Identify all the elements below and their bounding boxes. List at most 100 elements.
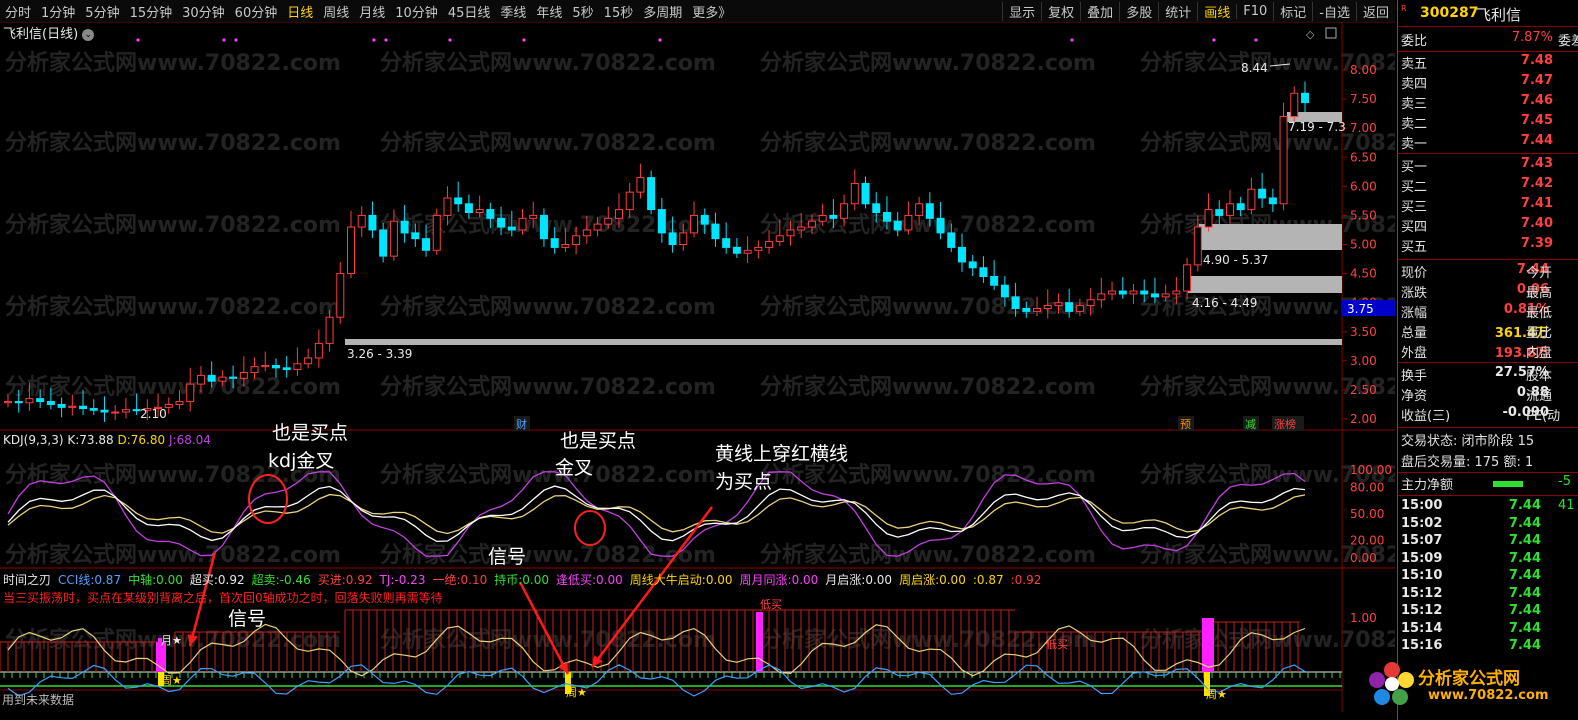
candle-body	[229, 376, 238, 379]
period-tab-8[interactable]: 月线	[354, 2, 390, 21]
tool-button-1[interactable]: 复权	[1041, 1, 1080, 21]
indicator3-item-value: 0.87	[976, 573, 1004, 587]
stat2-label: 换手	[1401, 369, 1428, 384]
net-flow: 主力净额 -5	[1398, 474, 1578, 494]
tool-button-6[interactable]: F10	[1236, 3, 1273, 19]
candle-body	[1268, 197, 1277, 205]
buy-row: 买三 7.41	[1398, 196, 1578, 216]
indicator3-item-value: 0.00	[791, 573, 819, 587]
indicator3-item-value: 0.00	[939, 573, 966, 587]
buy-row: 买四 7.40	[1398, 216, 1578, 236]
event-tag[interactable]: 预	[1180, 418, 1191, 431]
candle-body	[207, 374, 216, 382]
tool-button-9[interactable]: 返回	[1355, 1, 1395, 21]
candle-body	[389, 220, 398, 257]
period-tab-10[interactable]: 45日线	[443, 2, 496, 21]
diamond-icon[interactable]: ◇	[1306, 28, 1315, 41]
candle-body	[947, 232, 956, 248]
stat-extra: 最高	[1526, 286, 1553, 301]
indicator3-item-label: 周启涨:	[899, 573, 940, 587]
indicator3-item: CCI线:0.87	[58, 573, 121, 587]
stat2-row: 换手 27.57% 股本	[1398, 365, 1578, 385]
price-tick-label: 6.50	[1350, 150, 1377, 164]
indicator3-item: 月启涨:0.00	[825, 573, 892, 587]
indicator3-item: TJ:-0.23	[379, 573, 425, 587]
ind3-mark-label: 低买	[1046, 638, 1068, 651]
chart-area[interactable]: 分析家公式网www.70822.com 分析家公式网www.70822.com 分析…	[0, 22, 1395, 712]
period-tab-0[interactable]: 分时	[0, 2, 36, 21]
event-tag[interactable]: 涨榜	[1274, 417, 1296, 431]
kdj-cross-circle	[574, 510, 606, 546]
price-tick-label: 7.50	[1350, 92, 1377, 106]
period-tab-16[interactable]: 更多》	[687, 2, 736, 21]
candle-body	[529, 214, 538, 219]
period-tab-15[interactable]: 多周期	[638, 2, 687, 21]
period-tab-9[interactable]: 10分钟	[390, 2, 443, 21]
candle-body	[957, 246, 966, 263]
indicator3-item: 持币:0.00	[494, 573, 549, 587]
indicator3-item: :0.87	[973, 573, 1004, 587]
tick-time: 15:12	[1401, 585, 1443, 601]
tool-button-5[interactable]: 画线	[1197, 1, 1236, 21]
tick-time: 15:10	[1401, 568, 1443, 583]
candle-body	[861, 182, 870, 205]
candle-body	[1225, 203, 1234, 216]
candle-body	[968, 261, 977, 269]
period-tab-2[interactable]: 5分钟	[80, 2, 124, 21]
candle-body	[1301, 92, 1309, 104]
tool-button-4[interactable]: 统计	[1158, 1, 1197, 21]
candle-body	[657, 209, 666, 234]
stat2-row: 净资 0.88 流通	[1398, 385, 1578, 405]
tick-price: 7.44	[1508, 533, 1541, 548]
tick-time: 15:16	[1401, 638, 1443, 653]
tool-button-7[interactable]: 标记	[1273, 1, 1312, 21]
tick-price: 7.44	[1508, 638, 1541, 653]
r-badge: R	[1401, 4, 1407, 13]
kdj-axis-label: 80.00	[1350, 481, 1384, 495]
candle-body	[1140, 290, 1149, 295]
candle-body	[679, 232, 688, 246]
period-tab-7[interactable]: 周线	[318, 2, 354, 21]
period-tab-14[interactable]: 15秒	[599, 2, 639, 21]
tool-button-0[interactable]: 显示	[1002, 1, 1041, 21]
candle-body	[14, 401, 23, 404]
tool-button-2[interactable]: 叠加	[1080, 1, 1119, 21]
tool-button-8[interactable]: -自选	[1312, 1, 1356, 21]
stock-code[interactable]: 300287	[1420, 5, 1478, 21]
candle-body	[786, 229, 795, 237]
annotation-signal-2: 信号	[488, 546, 527, 568]
watermark-text: 分析家公式网www.70822.com	[5, 374, 341, 400]
buy-price: 7.39	[1520, 236, 1553, 251]
event-tag[interactable]: 财	[516, 417, 527, 431]
period-tab-4[interactable]: 30分钟	[177, 2, 230, 21]
indicator3-item-value: 0.00	[865, 573, 893, 587]
period-tab-3[interactable]: 15分钟	[125, 2, 178, 21]
buy-label: 买三	[1401, 200, 1428, 215]
after-hours: 盘后交易量: 175 额: 1	[1398, 451, 1578, 471]
ind3-mark-label: 周★	[566, 686, 587, 699]
candle-body	[464, 203, 473, 214]
kdj-axis-label: 20.00	[1350, 533, 1384, 547]
chevron-down-icon[interactable]: ⌄	[82, 28, 95, 41]
period-tab-5[interactable]: 60分钟	[230, 2, 283, 21]
candle-body	[4, 401, 12, 404]
price-tick-label: 5.00	[1350, 238, 1377, 252]
indicator3-item: 一绝:0.10	[432, 573, 487, 587]
candle-body	[1193, 226, 1202, 266]
indicator3-item: 周线大牛启动:0.00	[630, 573, 733, 587]
period-tab-11[interactable]: 季线	[495, 2, 531, 21]
kdj-k-label: K:	[67, 433, 80, 447]
annotation-signal-1: 信号	[228, 608, 267, 630]
period-tab-12[interactable]: 年线	[531, 2, 567, 21]
period-tab-1[interactable]: 1分钟	[36, 2, 80, 21]
tool-button-3[interactable]: 多股	[1119, 1, 1158, 21]
indicator3-name: 时间之刃	[3, 573, 52, 587]
price-tick-label: 8.00	[1350, 63, 1377, 77]
candle-body	[239, 371, 248, 379]
candle-body	[1279, 116, 1288, 205]
window-icon[interactable]	[1325, 27, 1337, 39]
period-tab-6[interactable]: 日线	[282, 2, 318, 21]
net-flow-bar	[1493, 481, 1523, 487]
event-tag[interactable]: 减	[1245, 418, 1256, 431]
period-tab-13[interactable]: 5秒	[567, 2, 598, 21]
